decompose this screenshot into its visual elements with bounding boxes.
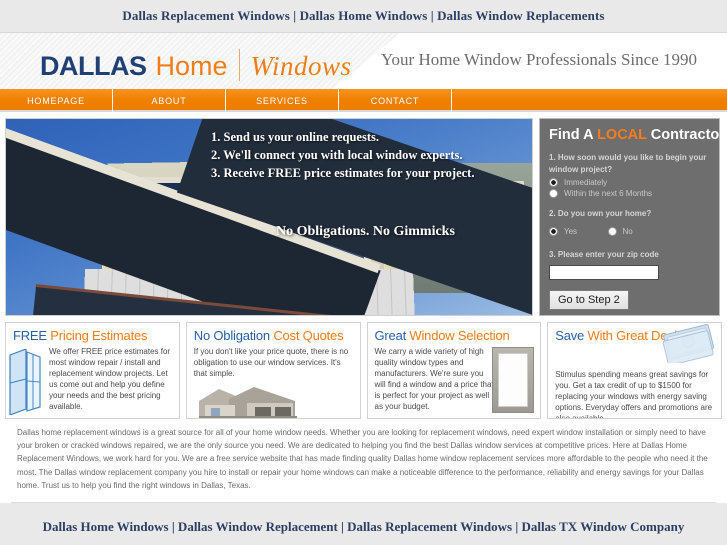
form-q1-option-immediately[interactable]: Immediately [549, 178, 710, 188]
form-q2-option-yes-label: Yes [564, 226, 578, 236]
form-q1-option-6months[interactable]: Within the next 6 Months [549, 189, 710, 199]
house-icon [198, 387, 297, 418]
hero-text-layer: 1. Send us your online requests. 2. We'l… [6, 119, 532, 315]
feature-box-great-deals: Save With Great Deals Stimulus spending … [547, 322, 722, 419]
feature-box-window-selection: Great Window Selection We carry a wide v… [366, 322, 542, 419]
content-divider [11, 501, 716, 503]
form-spacer-1 [549, 200, 710, 208]
form-q1-option-immediately-label: Immediately [564, 178, 608, 188]
radio-immediately-icon[interactable] [549, 178, 558, 188]
hero-steps-text: 1. Send us your online requests. 2. We'l… [211, 130, 475, 180]
form-q1-option-6months-label: Within the next 6 Months [564, 189, 653, 199]
radio-6months-icon[interactable] [549, 189, 558, 199]
form-q2-options-row: Yes No [549, 223, 710, 241]
window-frame-icon [492, 347, 535, 413]
top-keyword-text: Dallas Replacement Windows | Dallas Home… [122, 8, 605, 23]
page-root: Dallas Replacement Windows | Dallas Home… [0, 0, 727, 545]
hero-row: 1. Send us your online requests. 2. We'l… [5, 118, 725, 316]
feature-box-3-title-post: Window Selection [406, 328, 510, 343]
radio-no-icon[interactable] [607, 226, 617, 236]
form-question-1-label: 1. How soon would you like to begin your… [549, 153, 707, 174]
zip-code-input[interactable] [549, 265, 659, 281]
form-q2-option-yes[interactable]: Yes [549, 226, 578, 236]
footer-links-text[interactable]: Dallas Home Windows | Dallas Window Repl… [43, 519, 685, 535]
logo-word-windows: Windows [250, 51, 352, 81]
nav-item-contact[interactable]: CONTACT [339, 89, 452, 112]
feature-box-3-body: We carry a wide variety of high quality … [374, 347, 494, 412]
feature-box-1-body: We offer FREE price estimates for most w… [49, 347, 171, 412]
header-tagline: Your Home Window Professionals Since 199… [380, 50, 697, 69]
feature-box-2-title-pre: No Obligation [193, 328, 270, 343]
form-q2-option-no[interactable]: No [607, 226, 633, 236]
feature-box-4-body: Stimulus spending means great savings fo… [555, 370, 713, 419]
radio-yes-icon[interactable] [549, 226, 558, 236]
nav-item-services[interactable]: SERVICES [226, 89, 339, 112]
feature-box-2-title: No Obligation Cost Quotes [194, 328, 353, 343]
feature-box-3-title: Great Window Selection [375, 328, 534, 343]
form-title-pre: Find A [549, 127, 598, 143]
feature-box-4-title-pre: Save [555, 328, 585, 343]
main-navigation: HOMEPAGE ABOUT SERVICES CONTACT [0, 89, 727, 112]
form-title: Find A LOCAL Contractor [549, 127, 725, 143]
window-frame-pane [498, 353, 529, 407]
money-icon [662, 324, 715, 363]
feature-box-1-title-pre: FREE [13, 328, 47, 343]
feature-box-free-pricing: FREE Pricing Estimates We offer FREE pri… [5, 322, 180, 419]
nav-item-homepage[interactable]: HOMEPAGE [0, 89, 113, 112]
feature-box-row: FREE Pricing Estimates We offer FREE pri… [5, 322, 722, 419]
form-q2-option-no-label: No [622, 226, 633, 236]
feature-box-1-title: FREE Pricing Estimates [13, 328, 172, 343]
logo-word-home: Home [155, 51, 228, 81]
form-question-3-label: 3. Please enter your zip code [549, 249, 659, 259]
feature-box-3-title-pre: Great [374, 328, 407, 343]
logo-word-dallas: DALLAS [40, 51, 147, 81]
seo-article-paragraph: Dallas home replacement windows is a gre… [5, 419, 722, 502]
site-header: DALLAS Home Windows Your Home Window Pro… [0, 32, 727, 89]
hero-banner: 1. Send us your online requests. 2. We'l… [5, 118, 533, 316]
feature-box-1-title-post: Pricing Estimates [46, 328, 148, 343]
logo-divider [238, 49, 240, 81]
feature-box-no-obligation: No Obligation Cost Quotes If you don't l… [185, 322, 361, 419]
nav-filler [452, 89, 727, 112]
go-to-step-2-button[interactable]: Go to Step 2 [549, 290, 629, 311]
form-spacer-2 [549, 241, 710, 249]
contractor-lead-form: Find A LOCAL Contractor 1. How soon woul… [539, 118, 725, 316]
feature-box-2-body: If you don't like your price quote, ther… [193, 347, 349, 379]
site-footer: Dallas Home Windows | Dallas Window Repl… [0, 502, 727, 545]
top-keyword-bar: Dallas Replacement Windows | Dallas Home… [0, 0, 727, 32]
feature-box-2-title-post: Cost Quotes [269, 328, 344, 343]
main-content: 1. Send us your online requests. 2. We'l… [0, 112, 727, 503]
open-window-icon [9, 349, 41, 415]
site-logo[interactable]: DALLAS Home Windows [40, 43, 352, 82]
form-title-highlight: LOCAL [597, 127, 647, 143]
form-question-2-label: 2. Do you own your home? [549, 209, 652, 219]
form-title-post: Contractor [646, 127, 725, 143]
nav-item-about[interactable]: ABOUT [113, 89, 226, 112]
hero-subline-text: No Obligations. No Gimmicks [276, 224, 455, 239]
